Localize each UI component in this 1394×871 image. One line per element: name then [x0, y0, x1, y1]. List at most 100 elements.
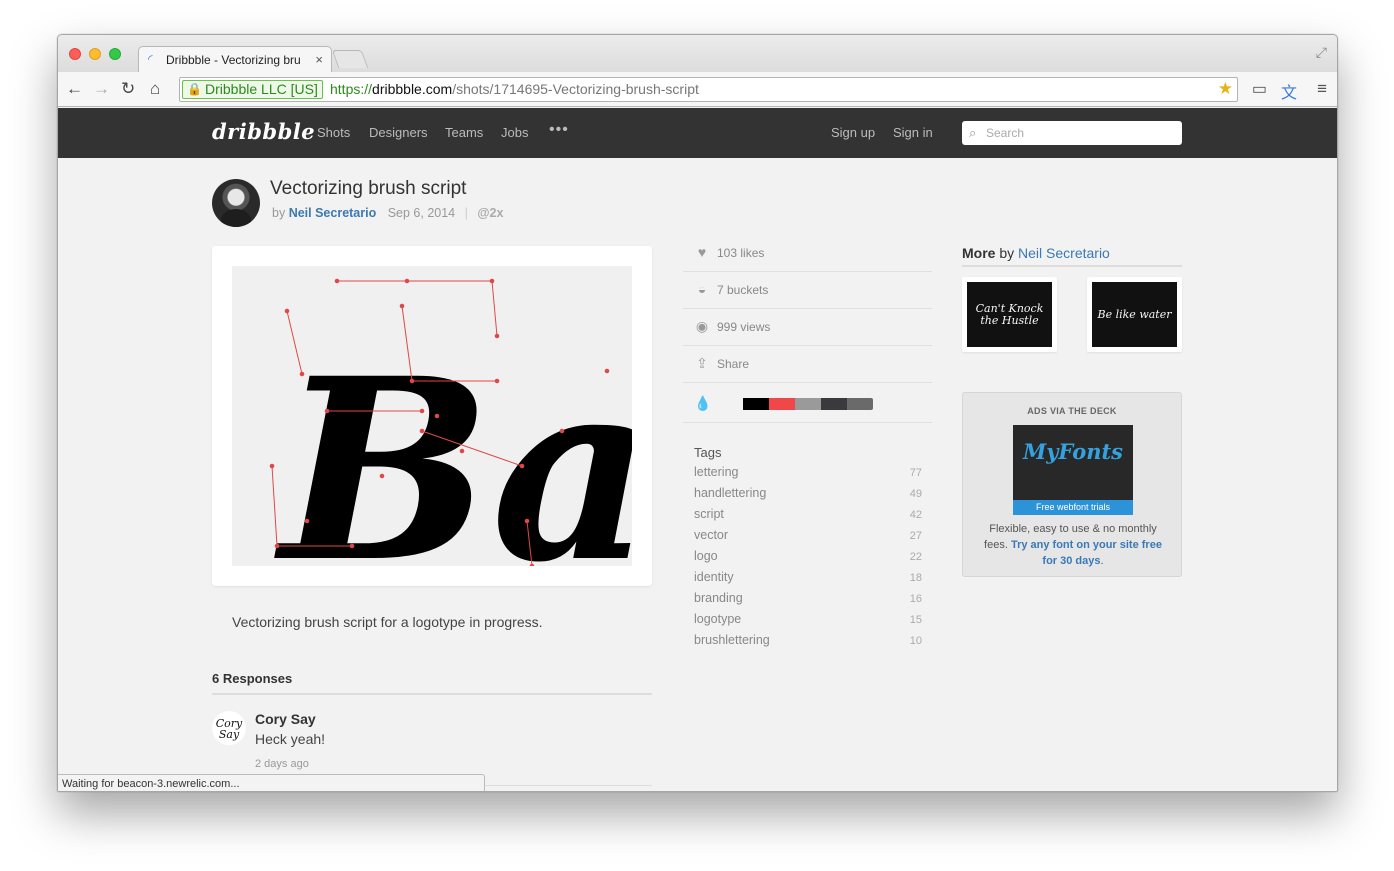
views-count: 999 views	[717, 320, 771, 334]
tag-row[interactable]: logo 22	[694, 549, 922, 570]
nav-jobs[interactable]: Jobs	[501, 125, 528, 140]
comment-time[interactable]: 2 days ago	[255, 758, 309, 770]
tag-name[interactable]: vector	[694, 528, 728, 542]
new-tab-button[interactable]	[331, 50, 369, 68]
sign-up-link[interactable]: Sign up	[831, 125, 875, 140]
cast-icon[interactable]: ▭	[1252, 79, 1267, 99]
search-placeholder: Search	[986, 126, 1025, 140]
tag-count: 77	[909, 467, 922, 479]
tag-name[interactable]: logo	[694, 549, 718, 563]
palette-swatch[interactable]	[847, 398, 873, 410]
browser-window: ◜ Dribbble - Vectorizing bru × ⤢ ← → ↻ ⌂…	[57, 34, 1338, 792]
tag-row[interactable]: lettering 77	[694, 465, 922, 486]
ad-box: ADS VIA THE DECK MyFonts Free webfont tr…	[962, 392, 1182, 577]
palette-swatch[interactable]	[821, 398, 847, 410]
page-content: dribbble Shots Designers Teams Jobs ••• …	[58, 108, 1337, 791]
more-by-heading: More by Neil Secretario	[962, 245, 1182, 267]
browser-tab[interactable]: ◜ Dribbble - Vectorizing bru ×	[138, 46, 332, 72]
back-arrow-icon[interactable]: ←	[66, 79, 83, 99]
more-menu-icon[interactable]: •••	[549, 121, 569, 139]
tag-name[interactable]: script	[694, 507, 724, 521]
tag-row[interactable]: logotype 15	[694, 612, 922, 633]
search-input[interactable]: ⌕ Search	[962, 121, 1182, 145]
tag-name[interactable]: lettering	[694, 465, 738, 479]
loading-spinner-icon: ◜	[148, 52, 153, 66]
comment-text: Heck yeah!	[255, 731, 326, 747]
shot-image[interactable]: Bay	[232, 266, 632, 566]
author-link[interactable]: Neil Secretario	[289, 206, 377, 220]
status-bar: Waiting for beacon-3.newrelic.com...	[58, 774, 485, 791]
ev-certificate-label: Dribbble LLC [US]	[205, 81, 318, 97]
shot-title: Vectorizing brush script	[270, 178, 467, 199]
likes-count: 103 likes	[717, 246, 765, 260]
author-avatar[interactable]	[212, 179, 260, 227]
likes-stat[interactable]: ♥ 103 likes	[683, 235, 932, 272]
shot-artwork: Bay	[269, 278, 632, 566]
translate-icon[interactable]: 文	[1281, 79, 1297, 103]
tag-name[interactable]: identity	[694, 570, 734, 584]
tags-heading: Tags	[694, 445, 722, 460]
palette-swatch[interactable]	[769, 398, 795, 410]
window-close-button[interactable]	[69, 48, 81, 60]
more-shot-thumbnail[interactable]: Can't Knock the Hustle	[962, 277, 1057, 352]
tag-row[interactable]: branding 16	[694, 591, 922, 612]
more-shot-thumbnail[interactable]: Be like water	[1087, 277, 1182, 352]
address-bar[interactable]: 🔒 Dribbble LLC [US] https://dribbble.com…	[179, 77, 1238, 102]
lock-icon: 🔒	[187, 82, 202, 96]
tag-row[interactable]: vector 27	[694, 528, 922, 549]
color-palette	[717, 398, 873, 410]
shot-frame[interactable]: Bay	[212, 246, 652, 586]
more-by-author-link[interactable]: Neil Secretario	[1018, 245, 1110, 261]
nav-shots[interactable]: Shots	[317, 125, 350, 140]
tag-name[interactable]: branding	[694, 591, 743, 605]
tag-count: 18	[909, 572, 922, 584]
comment-author[interactable]: Cory Say	[255, 711, 316, 727]
tag-count: 22	[909, 551, 922, 563]
tag-row[interactable]: brushlettering 10	[694, 633, 922, 654]
ad-cta-link[interactable]: Try any font on your site free for 30 da…	[1011, 539, 1162, 567]
tag-name[interactable]: brushlettering	[694, 633, 770, 647]
comment-avatar[interactable]: Cory Say	[212, 711, 246, 745]
tag-row[interactable]: identity 18	[694, 570, 922, 591]
tag-count: 15	[909, 614, 922, 626]
hidpi-badge[interactable]: @2x	[477, 206, 503, 220]
ev-certificate-badge[interactable]: 🔒 Dribbble LLC [US]	[182, 80, 323, 99]
window-zoom-button[interactable]	[109, 48, 121, 60]
url-text[interactable]: https://dribbble.com/shots/1714695-Vecto…	[330, 81, 699, 97]
tag-row[interactable]: script 42	[694, 507, 922, 528]
tag-row[interactable]: handlettering 49	[694, 486, 922, 507]
myfonts-logo: MyFonts	[1022, 439, 1123, 464]
byline-separator: |	[464, 206, 468, 220]
reload-icon[interactable]: ↻	[121, 79, 135, 99]
tag-name[interactable]: handlettering	[694, 486, 766, 500]
share-icon: ⇪	[696, 355, 708, 371]
tab-title: Dribbble - Vectorizing bru	[166, 53, 301, 67]
nav-designers[interactable]: Designers	[369, 125, 428, 140]
ad-banner[interactable]: MyFonts Free webfont trials	[1013, 425, 1133, 515]
ad-heading: ADS VIA THE DECK	[1027, 406, 1117, 416]
palette-swatch[interactable]	[717, 398, 743, 410]
tag-count: 10	[909, 635, 922, 647]
thumbnail-lettering: Be like water	[1092, 282, 1177, 347]
nav-teams[interactable]: Teams	[445, 125, 483, 140]
window-minimize-button[interactable]	[89, 48, 101, 60]
buckets-stat[interactable]: ◒ 7 buckets	[683, 272, 932, 309]
palette-swatch[interactable]	[795, 398, 821, 410]
forward-arrow-icon[interactable]: →	[93, 79, 110, 99]
shot-date: Sep 6, 2014	[387, 206, 456, 220]
url-path: /shots/1714695-Vectorizing-brush-script	[452, 81, 699, 97]
share-button[interactable]: ⇪ Share	[683, 346, 932, 383]
menu-icon[interactable]: ≡	[1317, 79, 1327, 99]
home-icon[interactable]: ⌂	[150, 79, 160, 99]
bookmark-star-icon[interactable]: ★	[1218, 79, 1233, 99]
tab-close-icon[interactable]: ×	[315, 52, 323, 67]
url-protocol: https://	[330, 81, 373, 97]
fullscreen-icon[interactable]: ⤢	[1316, 44, 1327, 61]
bucket-icon: ◒	[697, 281, 707, 297]
sign-in-link[interactable]: Sign in	[893, 125, 933, 140]
tag-name[interactable]: logotype	[694, 612, 741, 626]
tag-count: 27	[909, 530, 922, 542]
tag-count: 42	[909, 509, 922, 521]
dribbble-logo[interactable]: dribbble	[212, 119, 315, 144]
palette-swatch[interactable]	[743, 398, 769, 410]
